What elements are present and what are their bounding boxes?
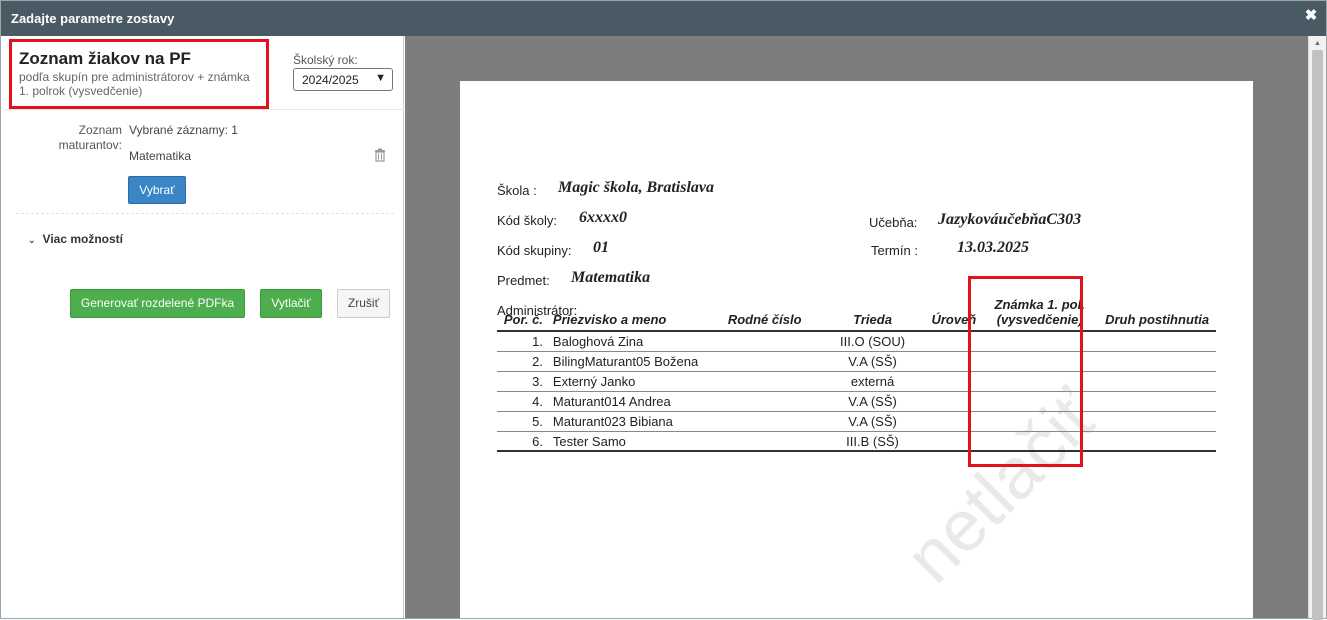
column-header: Priezvisko a meno (547, 297, 723, 332)
table-header-row: Por. č. Priezvisko a meno Rodné číslo Tr… (497, 297, 1216, 332)
student-disability (1098, 351, 1216, 372)
report-preview: netlačiť Škola : Magic škola, Bratislava… (405, 36, 1308, 618)
report-subtitle: podľa skupín pre administrátorov + známk… (19, 70, 250, 98)
room-label: Učebňa: (869, 215, 918, 230)
row-number: 5. (497, 411, 548, 432)
student-class: V.A (SŠ) (818, 391, 927, 412)
column-header: Druh postihnutia (1098, 297, 1216, 332)
row-number: 4. (497, 391, 548, 412)
row-number: 2. (497, 351, 548, 372)
student-class: III.B (SŠ) (818, 431, 927, 452)
student-name: Maturant014 Andrea (547, 391, 723, 412)
student-class: V.A (SŠ) (818, 411, 927, 432)
group-code-label: Kód skupiny: (497, 243, 572, 258)
trash-icon[interactable] (374, 148, 386, 162)
birth-number (722, 351, 819, 372)
student-name: Maturant023 Bibiana (547, 411, 723, 432)
birth-number (722, 331, 819, 352)
close-icon[interactable]: ✖ (1304, 8, 1318, 23)
print-button[interactable]: Vytlačiť (260, 289, 322, 318)
column-header: Trieda (818, 297, 927, 332)
student-disability (1098, 431, 1216, 452)
school-year-value: 2024/2025 (302, 73, 359, 87)
student-disability (1098, 411, 1216, 432)
school-year-label: Školský rok: (293, 53, 358, 67)
selected-item: Matematika (129, 149, 192, 163)
student-class: III.O (SOU) (818, 331, 927, 352)
selected-count: Vybrané záznamy: 1 (129, 123, 238, 137)
grade-column-highlight (968, 276, 1083, 467)
room-value: JazykováučebňaC303 (938, 211, 1082, 228)
birth-number (722, 411, 819, 432)
divider (4, 109, 404, 110)
student-disability (1098, 391, 1216, 412)
select-button[interactable]: Vybrať (128, 176, 186, 204)
students-table: Por. č. Priezvisko a meno Rodné číslo Tr… (497, 297, 1216, 452)
row-number: 6. (497, 431, 548, 452)
student-disability (1098, 371, 1216, 392)
more-options-label: Viac možností (42, 232, 124, 246)
table-row: 5. Maturant023 Bibiana V.A (SŠ) (497, 411, 1216, 432)
chevron-down-icon: ▼ (375, 72, 386, 84)
more-options-toggle[interactable]: ⌄ Viac možností (28, 232, 123, 246)
report-header: Zoznam žiakov na PF podľa skupín pre adm… (9, 39, 269, 109)
birth-number (722, 431, 819, 452)
school-code-value: 6xxxx0 (579, 209, 627, 226)
row-number: 1. (497, 331, 548, 352)
student-class: V.A (SŠ) (818, 351, 927, 372)
term-label: Termín : (871, 243, 918, 258)
column-header: Rodné číslo (722, 297, 819, 332)
scroll-up-icon[interactable]: ▲ (1314, 40, 1321, 47)
school-year-select[interactable]: 2024/2025 ▼ (293, 68, 393, 91)
table-row: 4. Maturant014 Andrea V.A (SŠ) (497, 391, 1216, 412)
table-row: 3. Externý Janko externá (497, 371, 1216, 392)
table-row: 1. Baloghová Zina III.O (SOU) (497, 331, 1216, 352)
preview-scrollbar[interactable]: ▲ (1308, 36, 1326, 620)
birth-number (722, 371, 819, 392)
dialog-frame: Zadajte parametre zostavy ✖ Zoznam žiako… (0, 0, 1327, 620)
school-value: Magic škola, Bratislava (558, 179, 715, 196)
student-name: Baloghová Zina (547, 331, 723, 352)
student-disability (1098, 331, 1216, 352)
row-number: 3. (497, 371, 548, 392)
student-name: BilingMaturant05 Božena (547, 351, 723, 372)
table-row: 2. BilingMaturant05 Božena V.A (SŠ) (497, 351, 1216, 372)
dialog-title: Zadajte parametre zostavy (11, 11, 175, 26)
subject-label: Predmet: (497, 273, 550, 288)
school-label: Škola : (497, 183, 537, 198)
scrollbar-thumb[interactable] (1312, 50, 1323, 620)
group-code-value: 01 (593, 239, 609, 256)
student-name: Tester Samo (547, 431, 723, 452)
chevron-down-icon: ⌄ (28, 235, 36, 245)
birth-number (722, 391, 819, 412)
term-value: 13.03.2025 (957, 239, 1029, 256)
table-row: 6. Tester Samo III.B (SŠ) (497, 431, 1216, 452)
maturanti-label: Zoznam maturantov: (58, 123, 122, 152)
report-page: netlačiť Škola : Magic škola, Bratislava… (460, 81, 1253, 618)
divider (16, 213, 394, 214)
cancel-button[interactable]: Zrušiť (337, 289, 390, 318)
student-name: Externý Janko (547, 371, 723, 392)
parameters-panel: Zoznam žiakov na PF podľa skupín pre adm… (4, 36, 404, 618)
dialog-titlebar: Zadajte parametre zostavy ✖ (1, 1, 1326, 36)
subject-value: Matematika (571, 269, 651, 286)
column-header: Por. č. (497, 297, 548, 332)
student-class: externá (818, 371, 927, 392)
report-title: Zoznam žiakov na PF (19, 49, 191, 68)
school-code-label: Kód školy: (497, 213, 557, 228)
generate-pdf-button[interactable]: Generovať rozdelené PDFka (70, 289, 245, 318)
